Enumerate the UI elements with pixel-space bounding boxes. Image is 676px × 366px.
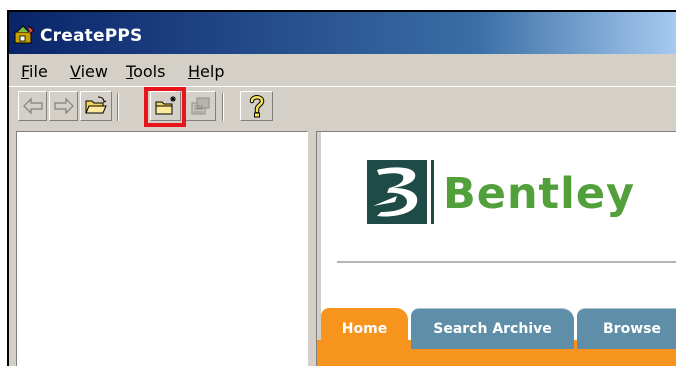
menu-bar: File View Tools Help [9, 54, 676, 86]
bentley-b-icon [367, 160, 434, 224]
window-title: CreatePPS [40, 26, 143, 46]
menu-help[interactable]: Help [188, 62, 224, 81]
browser-pane[interactable]: Bentley ® Home Search Archive Browse [316, 131, 676, 366]
menu-view[interactable]: View [70, 62, 108, 81]
bentley-logo: Bentley ® [367, 160, 634, 231]
title-bar[interactable]: CreatePPS [9, 12, 676, 54]
open-button[interactable] [80, 91, 112, 121]
tab-browse-label: Browse [603, 321, 661, 337]
open-folder-icon [85, 96, 107, 114]
help-button[interactable] [240, 91, 273, 121]
forward-button[interactable] [49, 91, 78, 121]
back-button[interactable] [18, 91, 47, 121]
help-icon [249, 95, 264, 118]
divider [337, 261, 676, 263]
tab-home[interactable]: Home [321, 308, 408, 349]
build-icon [191, 97, 209, 115]
menu-tools[interactable]: Tools [126, 62, 165, 81]
toolbar [9, 86, 676, 129]
tab-browse[interactable]: Browse [577, 308, 676, 349]
tab-home-label: Home [341, 320, 388, 337]
forward-arrow-icon [53, 97, 74, 115]
tab-search-archive-label: Search Archive [433, 321, 552, 337]
back-arrow-icon [22, 97, 43, 115]
toolbar-separator [222, 93, 224, 121]
createpps-window: CreatePPS File View Tools Help Bentley H… [7, 10, 676, 366]
highlight-box [144, 87, 186, 127]
project-tree-pane[interactable] [16, 131, 308, 366]
bentley-wordmark: Bentley [443, 169, 636, 219]
app-icon [14, 25, 35, 44]
toolbar-separator [117, 93, 119, 121]
menu-file[interactable]: File [21, 62, 48, 81]
build-button[interactable] [185, 91, 216, 121]
nav-tabs: Home Search Archive Browse [317, 298, 676, 366]
tab-search-archive[interactable]: Search Archive [411, 308, 574, 349]
